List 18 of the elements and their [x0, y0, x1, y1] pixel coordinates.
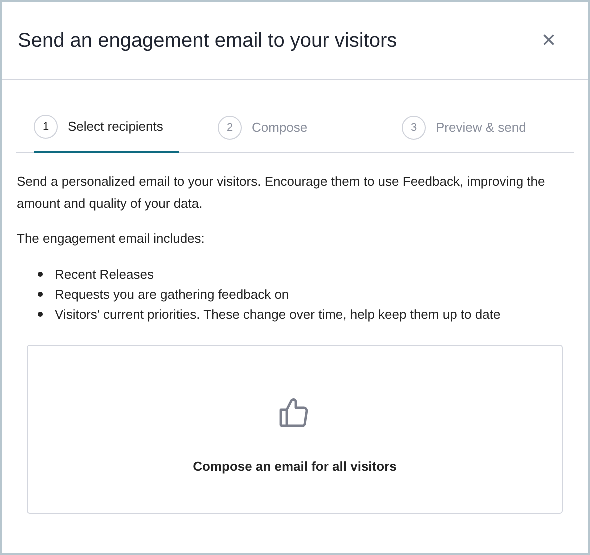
- list-heading: The engagement email includes:: [16, 230, 206, 248]
- list-item: Visitors' current priorities. These change over time, help keep them up to date: [55, 306, 501, 324]
- dialog-title: Send an engagement email to your visitors: [18, 28, 398, 54]
- step-tab[interactable]: 2 Compose: [218, 103, 324, 153]
- step-tab[interactable]: 3 Preview & send: [402, 103, 542, 153]
- compose-option-card[interactable]: Compose an email for all visitors: [27, 344, 563, 514]
- bullet-icon: [38, 292, 43, 297]
- step-number: 3: [402, 116, 426, 140]
- list-item: Recent Releases: [55, 266, 154, 284]
- close-button[interactable]: ×: [542, 28, 556, 52]
- list-item: Requests you are gathering feedback on: [55, 286, 290, 304]
- step-tab[interactable]: 1 Select recipients: [34, 103, 180, 153]
- bullet-icon: [38, 312, 43, 317]
- step-number: 2: [218, 116, 242, 140]
- bullet-icon: [38, 272, 43, 277]
- step-number: 1: [34, 115, 58, 139]
- intro-text: Send a personalized email to your visitors. Encourage them to use Feedback, improving the amount and quality of your data.: [16, 173, 546, 213]
- card-label: Compose an email for all visitors: [193, 458, 397, 476]
